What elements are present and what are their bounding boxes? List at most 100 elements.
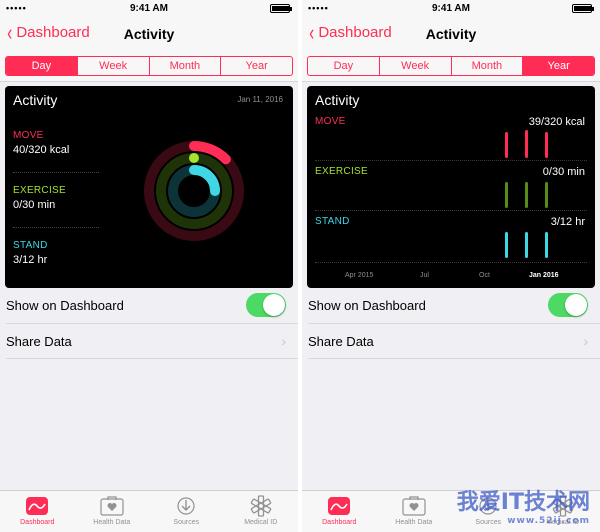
card-title: Activity (315, 92, 360, 108)
exercise-label: EXERCISE (315, 166, 368, 177)
tab-sources[interactable]: Sources (149, 491, 224, 532)
segment-month[interactable]: Month (148, 57, 221, 75)
metric-divider (13, 172, 99, 173)
row-divider (6, 358, 298, 359)
exercise-label: EXERCISE (13, 185, 66, 196)
medical-id-icon (250, 495, 271, 517)
chevron-right-icon: › (281, 333, 286, 349)
share-data-row[interactable]: Share Data (308, 334, 600, 349)
site-watermark: 我爱IT技术网 www.52ij.com (457, 484, 590, 526)
phone-year-view: ••••• 9:41 AM ‹ Dashboard Activity Day W… (302, 0, 600, 532)
exercise-bar (525, 182, 528, 208)
tab-label: Dashboard (322, 519, 357, 526)
tab-label: Medical ID (244, 519, 278, 526)
show-on-dashboard-toggle[interactable] (548, 293, 588, 317)
segment-week[interactable]: Week (76, 57, 149, 75)
exercise-metric: EXERCISE 0/30 min (13, 185, 66, 211)
chevron-right-icon: › (583, 333, 588, 349)
row-divider (308, 323, 600, 324)
toggle-knob (263, 294, 285, 316)
tab-dashboard[interactable]: Dashboard (302, 491, 377, 532)
stand-value: 3/12 hr (550, 216, 585, 228)
tab-label: Sources (173, 519, 200, 526)
tab-label: Health Data (93, 519, 131, 526)
battery-icon (572, 4, 594, 13)
move-bar (505, 132, 508, 158)
status-time: 9:41 AM (432, 3, 470, 14)
metric-divider (13, 227, 99, 228)
tab-dashboard[interactable]: Dashboard (0, 491, 75, 532)
segment-year[interactable]: Year (522, 57, 594, 75)
stand-bar (505, 232, 508, 258)
row-divider (308, 358, 600, 359)
period-segmented-control: Day Week Month Year (307, 56, 595, 76)
tab-medical-id[interactable]: Medical ID (224, 491, 299, 532)
tab-bar: Dashboard Health Data Sources Medical ID (0, 490, 298, 532)
dashboard-icon (328, 497, 351, 515)
exercise-ring (189, 153, 199, 163)
phone-day-view: ••••• 9:41 AM ‹ Dashboard Activity Day W… (0, 0, 298, 532)
stand-bar (525, 232, 528, 258)
exercise-bar (505, 182, 508, 208)
health-data-icon (402, 496, 426, 516)
status-bar: ••••• 9:41 AM (0, 0, 298, 16)
exercise-value: 0/30 min (542, 166, 585, 178)
move-label: MOVE (13, 130, 44, 141)
move-metric: MOVE 40/320 kcal (13, 130, 69, 156)
move-label: MOVE (315, 116, 346, 127)
x-tick-label: Apr 2015 (345, 272, 374, 279)
stand-bar (545, 232, 548, 258)
segment-bar: Day Week Month Year (0, 52, 298, 82)
show-on-dashboard-label: Show on Dashboard (308, 298, 426, 313)
move-bar (525, 130, 528, 158)
show-on-dashboard-label: Show on Dashboard (6, 298, 124, 313)
show-on-dashboard-toggle[interactable] (246, 293, 286, 317)
card-date: Jan 11, 2016 (237, 95, 283, 104)
navigation-bar: ‹ Dashboard Activity (302, 16, 600, 52)
watermark-url: www.52ij.com (507, 516, 590, 526)
row-divider (6, 323, 298, 324)
tab-label: Dashboard (20, 519, 55, 526)
stand-metric: STAND 3/12 hr (13, 240, 48, 266)
segment-day[interactable]: Day (308, 57, 379, 75)
tab-label: Health Data (395, 519, 433, 526)
comparison-stage: ••••• 9:41 AM ‹ Dashboard Activity Day W… (0, 0, 600, 532)
x-tick-label: Jan 2016 (529, 272, 559, 279)
status-bar: ••••• 9:41 AM (302, 0, 600, 16)
activity-rings (144, 141, 244, 241)
segment-week[interactable]: Week (378, 57, 451, 75)
share-data-label: Share Data (308, 334, 374, 349)
share-data-label: Share Data (6, 334, 72, 349)
page-title: Activity (123, 26, 175, 42)
x-tick-label: Oct (479, 272, 490, 279)
stand-value: 3/12 hr (13, 254, 48, 266)
activity-card[interactable]: Activity Jan 11, 2016 MOVE 40/320 kcal E… (5, 86, 293, 288)
activity-card[interactable]: Activity MOVE 39/320 kcal EXERCISE 0/30 … (307, 86, 595, 288)
chart-gridline (315, 160, 587, 161)
sources-icon (177, 497, 195, 515)
move-bar (545, 132, 548, 158)
battery-icon (270, 4, 292, 13)
x-tick-label: Jul (420, 272, 429, 279)
watermark-text: 我爱IT技术网 (456, 490, 590, 515)
period-segmented-control: Day Week Month Year (5, 56, 293, 76)
segment-day[interactable]: Day (6, 57, 77, 75)
tab-health-data[interactable]: Health Data (377, 491, 452, 532)
exercise-value: 0/30 min (13, 199, 56, 211)
chart-gridline (315, 210, 587, 211)
segment-year[interactable]: Year (220, 57, 292, 75)
health-data-icon (100, 496, 124, 516)
chart-gridline (315, 262, 587, 263)
move-value: 39/320 kcal (528, 116, 585, 128)
exercise-bar (545, 182, 548, 208)
stand-label: STAND (315, 216, 350, 227)
page-title: Activity (425, 26, 477, 42)
share-data-row[interactable]: Share Data (6, 334, 298, 349)
toggle-knob (565, 294, 587, 316)
stand-label: STAND (13, 240, 48, 251)
tab-health-data[interactable]: Health Data (75, 491, 150, 532)
move-value: 40/320 kcal (13, 144, 70, 156)
segment-month[interactable]: Month (450, 57, 523, 75)
dashboard-icon (26, 497, 49, 515)
navigation-bar: ‹ Dashboard Activity (0, 16, 298, 52)
